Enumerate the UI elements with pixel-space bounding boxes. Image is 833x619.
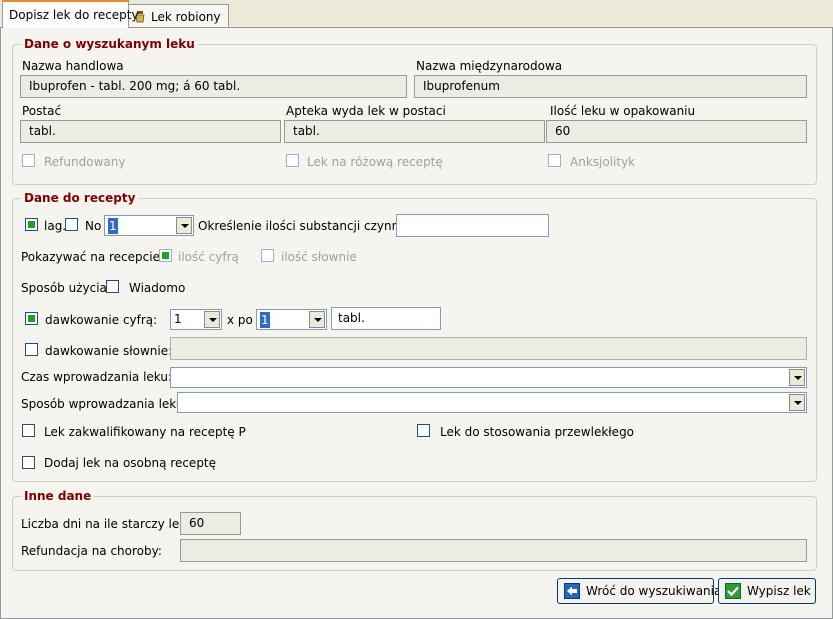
chevron-down-icon[interactable] [204,311,220,328]
pack-qty-field: 60 [546,120,807,143]
qualified-p-checkbox[interactable] [22,424,35,437]
dose-count-select[interactable]: 1 [170,309,222,330]
refund-diseases-field [180,539,807,562]
group-title: Inne dane [21,489,95,503]
lag-label: lag. [44,219,67,233]
tab-label: Dopisz lek do recepty [9,8,139,22]
x-po-label: x po [227,313,253,327]
dose-words-checkbox[interactable] [25,343,38,356]
show-digits-label: ilość cyfrą [178,250,239,264]
tab-bar: Dopisz lek do recepty Lek robiony [0,0,833,29]
no-checkbox[interactable] [65,218,78,231]
select-value: 1 [108,218,118,234]
group-title: Dane do recepty [21,191,139,205]
dose-words-input[interactable] [170,337,807,360]
refund-diseases-label: Refundacja na choroby: [21,544,162,558]
dose-unit-field[interactable]: tabl. [331,307,441,330]
days-label: Liczba dni na ile starczy leku: [21,517,198,531]
substance-label: Określenie ilości substancji czynnej : [198,219,418,233]
pink-rx-checkbox [286,154,299,167]
back-button-label: Wróć do wyszukiwania [586,584,722,598]
trade-name-field: Ibuprofen - tabl. 200 mg; á 60 tabl. [20,75,407,98]
separate-rx-label: Dodaj lek na osobną receptę [44,456,217,470]
usage-label: Sposób użycia: [21,281,111,295]
show-words-label: ilość słownie [281,250,357,264]
select-value: 1 [260,312,270,328]
dose-digits-checkbox[interactable] [25,312,38,325]
back-to-search-button[interactable]: Wróć do wyszukiwania [557,578,721,604]
pharmacy-form-field: tabl. [284,120,545,143]
tab-prescribe-drug[interactable]: Dopisz lek do recepty [2,0,139,28]
pharmacy-form-label: Apteka wyda lek w postaci [286,104,446,118]
no-quantity-select[interactable]: 1 [104,215,194,236]
show-on-rx-label: Pokazywać na recepcie: [21,250,165,264]
dose-amount-select[interactable]: 1 [256,309,327,330]
chronic-checkbox[interactable] [417,424,430,437]
chevron-down-icon[interactable] [309,311,325,328]
method-label: Sposób wprowadzania leku: [21,397,188,411]
refunded-checkbox [22,154,35,167]
no-label: No [85,219,102,233]
method-select[interactable] [177,392,807,413]
prescribe-button-label: Wypisz lek [747,584,811,598]
duration-label: Czas wprowadzania leku: [21,370,173,384]
known-label: Wiadomo [129,281,186,295]
prescribe-button[interactable]: Wypisz lek [718,578,816,604]
anxiolytic-label: Anksjolityk [570,155,636,169]
tab-compounded-drug[interactable]: Lek robiony [128,4,229,29]
pink-rx-label: Lek na różową receptę [307,155,443,169]
form-field: tabl. [20,120,281,143]
dose-digits-label: dawkowanie cyfrą: [45,313,158,327]
qualified-p-label: Lek zakwalifikowany na receptę P [44,425,246,439]
refunded-label: Refundowany [44,155,126,169]
duration-select[interactable] [170,367,807,388]
dose-words-label: dawkowanie słownie: [45,344,173,358]
show-words-checkbox [261,249,274,262]
arrow-left-icon [564,583,580,599]
group-title: Dane o wyszukanym leku [21,37,198,51]
chevron-down-icon[interactable] [789,369,805,386]
tab-label: Lek robiony [151,10,221,24]
chronic-label: Lek do stosowania przewlekłego [440,425,635,439]
anxiolytic-checkbox [548,154,561,167]
substance-input[interactable] [396,214,549,237]
separate-rx-checkbox[interactable] [22,456,35,469]
intl-name-field: Ibuprofenum [414,75,807,98]
select-value: 1 [174,312,182,326]
intl-name-label: Nazwa międzynarodowa [416,59,563,73]
days-field: 60 [180,512,241,535]
chevron-down-icon[interactable] [789,394,805,411]
pack-qty-label: Ilość leku w opakowaniu [550,104,696,118]
show-digits-checkbox [159,249,172,262]
lag-checkbox[interactable] [25,218,38,231]
form-label: Postać [22,104,62,118]
trade-name-label: Nazwa handlowa [22,59,124,73]
checkmark-icon [725,583,741,599]
known-checkbox[interactable] [106,280,119,293]
chevron-down-icon[interactable] [176,217,192,234]
